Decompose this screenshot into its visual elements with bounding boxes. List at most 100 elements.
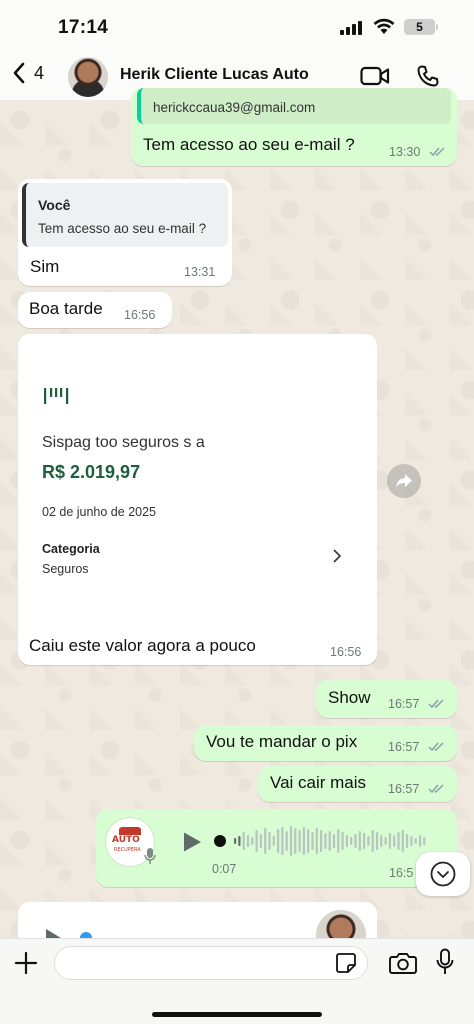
message-time: 16:56: [330, 645, 362, 659]
read-ticks-icon: [428, 784, 444, 794]
sticker-icon[interactable]: [335, 952, 357, 974]
message-bubble-outgoing[interactable]: Show 16:57: [316, 680, 457, 718]
contact-name[interactable]: Herik Cliente Lucas Auto: [120, 66, 309, 84]
waveform-bar: [234, 838, 237, 844]
message-text: Caiu este valor agora a pouco: [29, 636, 256, 655]
audio-message-bubble[interactable]: AUTO RECUPERA 0:07 16:5: [96, 809, 457, 887]
wifi-icon: [373, 18, 395, 34]
forward-button[interactable]: [387, 464, 421, 498]
message-input[interactable]: [54, 946, 368, 980]
bank-logo-icon: [44, 388, 69, 404]
contact-avatar[interactable]: [68, 57, 108, 97]
waveform-bar: [324, 833, 327, 849]
waveform-bar: [298, 830, 301, 852]
message-time: 16:56: [124, 308, 156, 322]
back-button[interactable]: 4: [12, 62, 44, 84]
waveform-bar: [406, 834, 409, 848]
waveform-bar: [238, 836, 241, 846]
card-category-label: Categoria: [42, 542, 100, 556]
plus-icon[interactable]: [14, 951, 38, 975]
waveform-bar: [350, 837, 353, 845]
phone-icon[interactable]: [416, 64, 440, 88]
message-bubble-incoming[interactable]: Boa tarde 16:56: [18, 292, 172, 328]
waveform-bar: [246, 835, 250, 847]
message-bubble-outgoing[interactable]: Vai cair mais 16:57: [258, 766, 457, 802]
read-ticks-icon: [428, 699, 444, 709]
waveform-bar: [341, 832, 344, 850]
play-icon[interactable]: [182, 831, 202, 853]
message-time: 13:31: [184, 265, 216, 279]
waveform-bar: [281, 827, 284, 855]
waveform-bar: [354, 834, 357, 848]
avatar-logo-text: AUTO: [112, 835, 140, 845]
message-text: Sim: [30, 257, 60, 276]
read-ticks-icon: [429, 147, 445, 157]
waveform-bar: [315, 828, 318, 854]
waveform-bar: [320, 830, 323, 852]
waveform-bar: [259, 834, 262, 848]
waveform-bar: [418, 835, 422, 847]
message-time: 16:57: [388, 740, 420, 754]
message-bubble-outgoing[interactable]: herickccaua39@gmail.com Tem acesso ao se…: [131, 88, 457, 166]
waveform-bar: [414, 838, 417, 844]
waveform-bar: [264, 828, 267, 854]
waveform-bar: [332, 834, 336, 848]
unread-count: 4: [34, 62, 45, 83]
waveform-bar: [268, 832, 271, 850]
message-time: 16:57: [388, 782, 420, 796]
read-ticks-icon: [428, 742, 444, 752]
video-call-icon[interactable]: [360, 65, 390, 87]
waveform-bar: [423, 837, 426, 845]
compose-bar: [0, 938, 474, 1024]
waveform-bar: [367, 836, 370, 846]
message-bubble-incoming[interactable]: Sispag too seguros s a R$ 2.019,97 02 de…: [18, 334, 377, 665]
waveform-bar: [363, 833, 366, 849]
avatar-logo-subtext: RECUPERA: [114, 847, 141, 853]
signal-icon: [340, 21, 362, 35]
waveform-bar: [393, 835, 396, 847]
waveform-bar: [358, 831, 361, 851]
status-time: 17:14: [58, 17, 109, 38]
waveform-bar: [410, 836, 413, 846]
message-time: 16:57: [388, 697, 420, 711]
scroll-down-button[interactable]: [416, 852, 470, 896]
waveform-bar: [384, 837, 387, 845]
audio-progress-dot: [214, 835, 226, 847]
waveform-bar: [294, 828, 297, 854]
waveform-bar: [255, 830, 258, 852]
message-text: Show: [328, 688, 371, 707]
home-indicator: [152, 1012, 322, 1017]
quoted-email: herickccaua39@gmail.com: [153, 100, 316, 115]
message-time: 13:30: [389, 145, 421, 159]
status-bar: 17:14 5: [0, 0, 474, 54]
waveform-bar: [371, 830, 374, 852]
battery-icon: 5: [404, 19, 438, 35]
chevron-left-icon: [13, 62, 25, 84]
waveform-bar: [397, 832, 400, 850]
audio-duration: 0:07: [212, 862, 237, 876]
quoted-message[interactable]: Você Tem acesso ao seu e-mail ?: [22, 183, 228, 247]
forward-icon: [396, 474, 412, 488]
card-date: 02 de junho de 2025: [42, 505, 156, 519]
message-bubble-outgoing[interactable]: Vou te mandar o pix 16:57: [194, 725, 457, 761]
card-amount: R$ 2.019,97: [42, 462, 141, 482]
chevron-right-icon[interactable]: [332, 548, 342, 564]
message-text: Boa tarde: [29, 299, 103, 318]
message-text: Vou te mandar o pix: [206, 732, 358, 751]
waveform-bar: [337, 829, 340, 853]
audio-waveform[interactable]: [214, 821, 434, 861]
microphone-icon[interactable]: [436, 948, 454, 976]
waveform-bar: [388, 833, 391, 849]
quote-text: Tem acesso ao seu e-mail ?: [38, 221, 207, 236]
waveform-bar: [401, 830, 404, 852]
waveform-bar: [380, 835, 383, 847]
waveform-bar: [277, 829, 280, 853]
waveform-bar: [285, 831, 288, 851]
waveform-bar: [302, 827, 305, 855]
message-bubble-incoming[interactable]: Você Tem acesso ao seu e-mail ? Sim 13:3…: [18, 179, 232, 286]
waveform-bar: [328, 831, 331, 851]
chevron-down-circle-icon: [430, 861, 456, 887]
quoted-message[interactable]: herickccaua39@gmail.com: [137, 88, 451, 124]
waveform-bar: [307, 829, 310, 853]
camera-icon[interactable]: [389, 951, 417, 975]
